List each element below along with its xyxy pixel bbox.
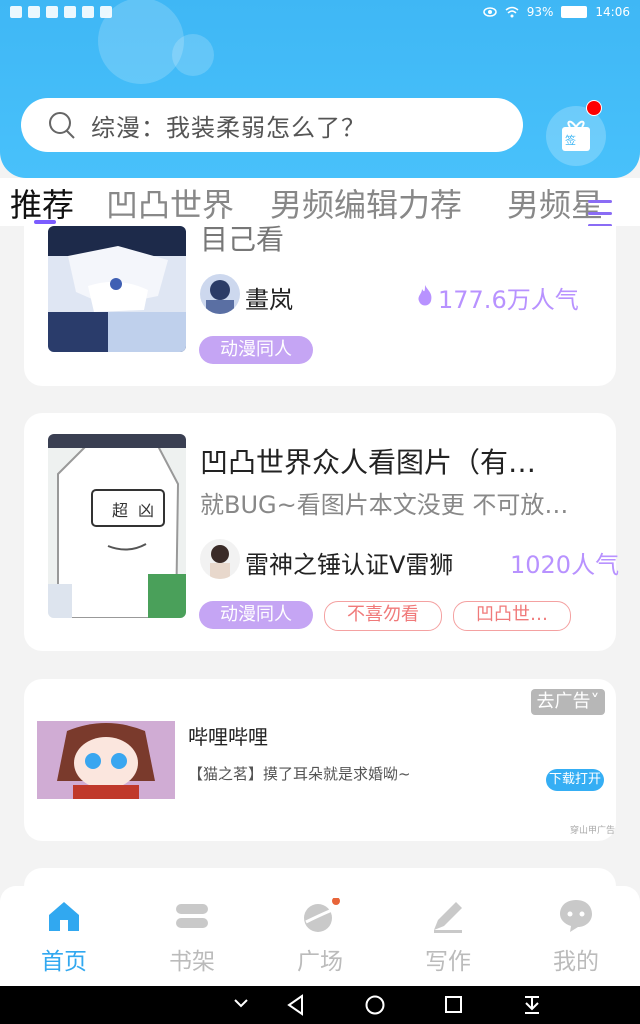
notification-shade-icon[interactable] [522,994,542,1016]
download-open-button[interactable]: 下载打开 [546,769,604,791]
nav-bookshelf[interactable]: 书架 [128,886,256,986]
nav-label: 广场 [297,949,343,975]
tag[interactable]: 动漫同人 [199,601,313,629]
nav-write[interactable]: 写作 [384,886,512,986]
nav-label: 写作 [425,949,471,975]
sign-in-button[interactable]: 签 [546,100,606,166]
app-notification-icon [64,6,76,18]
author-avatar [200,539,240,579]
svg-text:超: 超 [112,501,128,520]
nav-label: 书架 [169,949,215,975]
ad-source: 穿山甲广告 [570,826,616,836]
battery-icon [561,6,588,18]
remove-ad-label: 去广告 [536,691,591,712]
clock: 14:06 [595,5,630,19]
home-button-icon[interactable] [364,994,386,1016]
book-title: 凹凸世界众人看图片（有… [200,446,537,479]
tag[interactable]: 凹凸世… [453,601,571,631]
svg-text:凶: 凶 [138,501,154,520]
search-icon [49,112,75,139]
fire-icon [418,285,432,306]
book-card[interactable]: 目己看 畫岚 177.6万人气 动漫同人 [24,223,616,386]
tab-male-editor-picks[interactable]: 男频编辑力荐 [270,180,462,226]
search-placeholder: 综漫：我装柔弱怎么了？ [91,113,366,142]
book-title: 目己看 [200,223,285,256]
header: 93% 14:06 综漫：我装柔弱怎么了？ 签 [0,0,640,178]
popularity-count: 177.6万人气 [438,286,579,314]
nav-profile[interactable]: 我的 [512,886,640,986]
app-notification-icon [46,6,58,18]
app-notification-icon [82,6,94,18]
decor-bubble [172,34,214,76]
book-cover[interactable]: 超 凶 [48,434,186,618]
system-navigation-bar [0,986,640,1024]
search-bar[interactable]: 综漫：我装柔弱怎么了？ [21,98,523,152]
book-description: 就BUG~看图片本文没更 不可放… [200,491,569,519]
pen-icon [434,902,462,933]
tag[interactable]: 不喜勿看 [324,601,442,631]
recents-icon[interactable] [444,994,464,1016]
book-cover[interactable] [48,226,186,352]
book-card[interactable]: 超 凶 凹凸世界众人看图片（有… 就BUG~看图片本文没更 不可放… 雷神之锤认… [24,413,620,651]
hide-keyboard-icon[interactable] [232,994,250,1014]
status-bar: 93% 14:06 [0,0,640,28]
ad-title: 哔哩哔哩 [188,725,268,749]
nav-label: 我的 [553,949,599,975]
home-icon [49,902,79,931]
author-name: 畫岚 [245,286,293,314]
app-notification-icon [100,6,112,18]
remove-ad-button[interactable]: 去广告˅ [531,689,605,715]
ad-description: 【猫之茗】摸了耳朵就是求婚呦~ [188,765,411,783]
active-tab-indicator [34,220,56,224]
ad-image[interactable] [37,721,175,799]
chevron-down-icon: ˅ [590,691,600,712]
popularity-count: 1020人气 [510,551,620,579]
tag[interactable]: 动漫同人 [199,336,313,364]
notification-icons [10,6,112,18]
eye-icon [482,7,497,17]
sign-in-label: 签 [565,134,576,147]
app-notification-icon [10,6,22,18]
nav-label: 首页 [41,949,87,975]
app-notification-icon [28,6,40,18]
nav-plaza[interactable]: 广场 [256,886,384,986]
author-name: 雷神之锤认证V雷狮 [245,551,454,579]
bottom-navigation: 首页 书架 广场 写作 我的 [0,886,640,986]
bookshelf-icon [176,904,208,928]
author-avatar [200,274,240,314]
notification-dot [586,100,602,116]
nav-home[interactable]: 首页 [0,886,128,986]
back-icon[interactable] [286,994,306,1016]
planet-icon [304,898,340,932]
ad-card[interactable]: 去广告˅ 哔哩哔哩 【猫之茗】摸了耳朵就是求婚呦~ 下载打开 穿山甲广告 [24,679,616,841]
profile-icon [560,900,592,932]
wifi-icon [505,6,519,18]
category-tabs: 推荐 凹凸世界 男频编辑力荐 男频星 [0,178,640,226]
battery-percent: 93% [526,5,554,19]
